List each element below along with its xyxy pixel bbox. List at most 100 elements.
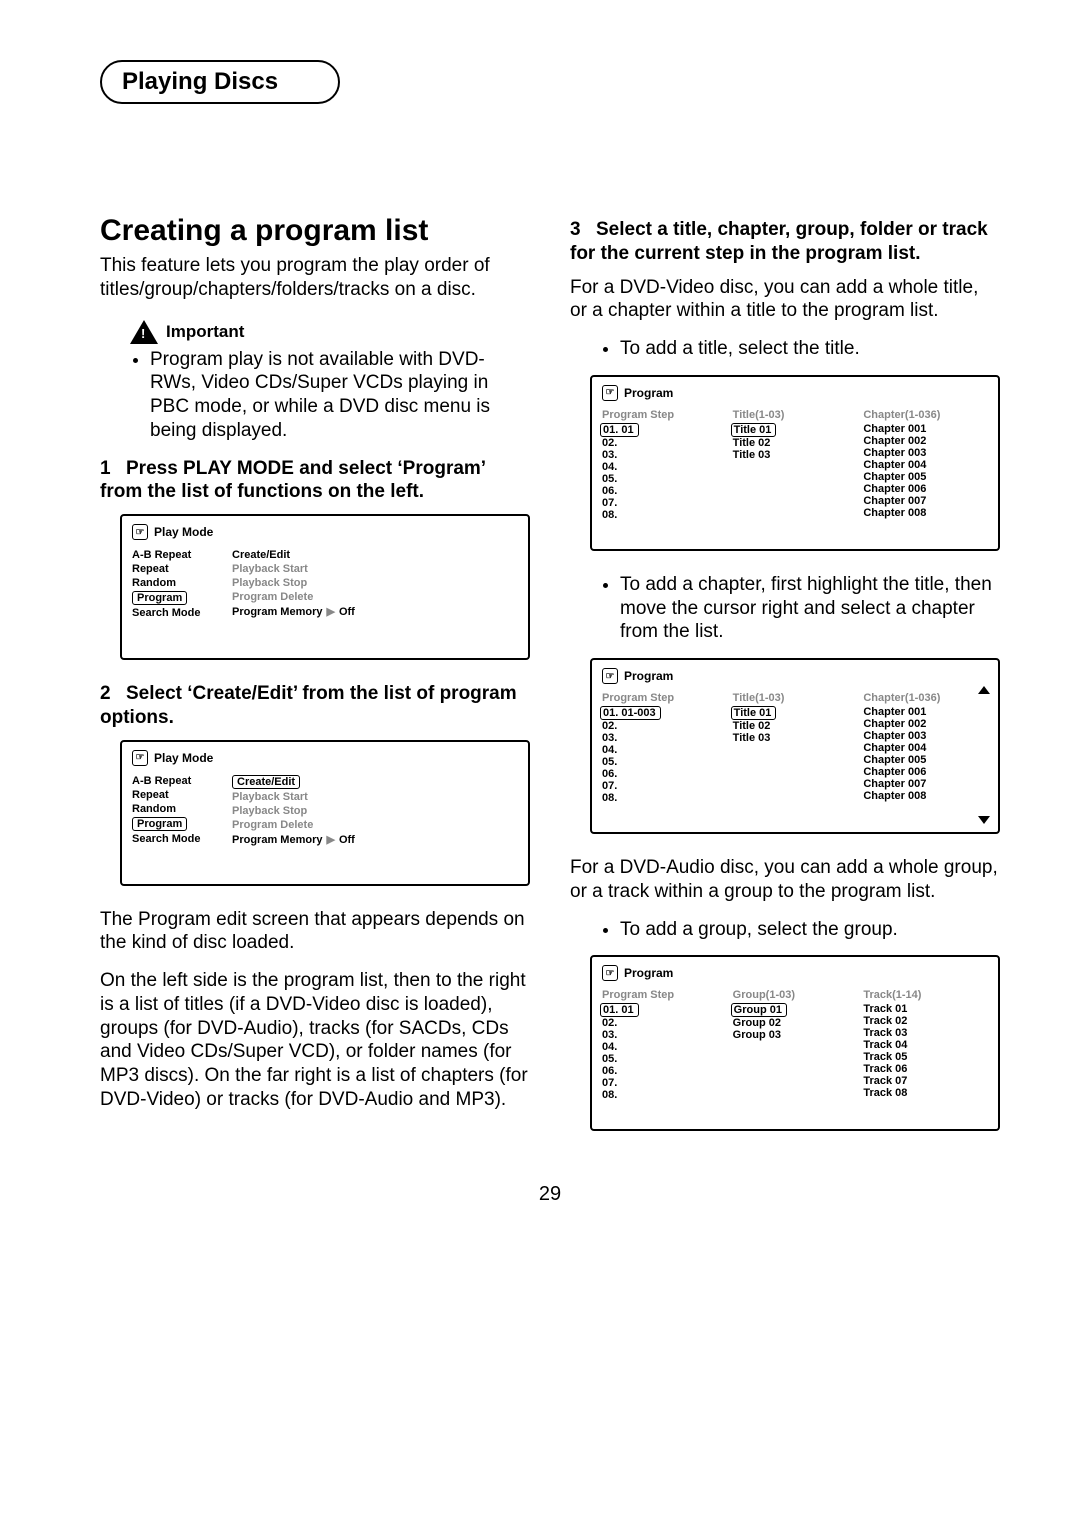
osd-title: Program	[624, 966, 673, 980]
pm-option: Create/Edit	[232, 548, 518, 562]
track-row: Track 06	[863, 1063, 988, 1075]
step-row: 05.	[602, 756, 727, 768]
step-row: 04.	[602, 461, 727, 473]
col-head: Program Step	[602, 989, 727, 1003]
bullet: To add a chapter, first highlight the ti…	[620, 573, 1000, 644]
col-head: Group(1-03)	[733, 989, 858, 1003]
pm-item: Search Mode	[132, 606, 232, 620]
osd-program-group: Program Program Step 01. 01 02. 03. 04. …	[590, 955, 1000, 1131]
title-selected: Title 01	[731, 423, 777, 437]
scroll-up-icon	[978, 686, 990, 694]
track-row: Track 08	[863, 1087, 988, 1099]
step2-heading: Select ‘Create/Edit’ from the list of pr…	[100, 683, 517, 728]
title-row: Title 02	[733, 720, 858, 732]
step-row: 04.	[602, 1041, 727, 1053]
osd-program-chapter: Program Program Step 01. 01-003 02. 03. …	[590, 658, 1000, 834]
col-head: Chapter(1-036)	[863, 692, 988, 706]
step-row: 02.	[602, 720, 727, 732]
pm-option: Program Delete	[232, 818, 518, 832]
page-number: 29	[100, 1183, 1000, 1206]
warning-icon	[130, 320, 158, 344]
col-head: Track(1-14)	[863, 989, 988, 1003]
step-number: 2	[100, 682, 126, 706]
osd-title: Play Mode	[154, 751, 213, 765]
step-number: 3	[570, 218, 596, 242]
paragraph: For a DVD-Video disc, you can add a whol…	[570, 276, 1000, 324]
pm-option: Playback Stop	[232, 576, 518, 590]
pm-item: Random	[132, 802, 232, 816]
step-row: 03.	[602, 449, 727, 461]
chapter-row: Chapter 002	[863, 435, 988, 447]
chapter-row: Chapter 008	[863, 790, 988, 802]
step-row: 05.	[602, 1053, 727, 1065]
pm-item: Random	[132, 576, 232, 590]
osd-playmode-1: Play Mode A-B Repeat Repeat Random Progr…	[120, 514, 530, 660]
group-row: Group 02	[733, 1017, 858, 1029]
step-row: 06.	[602, 485, 727, 497]
step-selected: 01. 01-003	[600, 706, 661, 720]
triangle-icon: ▶	[326, 606, 334, 618]
pm-item-selected: Program	[132, 817, 187, 831]
step-row: 05.	[602, 473, 727, 485]
chapter-row: Chapter 007	[863, 778, 988, 790]
chapter-row: Chapter 005	[863, 754, 988, 766]
step-row: 08.	[602, 1089, 727, 1101]
right-column: 3Select a title, chapter, group, folder …	[570, 214, 1000, 1153]
chapter-row: Chapter 008	[863, 507, 988, 519]
osd-playmode-2: Play Mode A-B Repeat Repeat Random Progr…	[120, 740, 530, 886]
pm-option: Playback Start	[232, 790, 518, 804]
title-selected: Title 01	[731, 706, 777, 720]
step-selected: 01. 01	[600, 1003, 639, 1017]
chapter-row: Chapter 003	[863, 447, 988, 459]
step1-heading: Press PLAY MODE and select ‘Program’ fro…	[100, 458, 485, 503]
chapter-row: Chapter 006	[863, 483, 988, 495]
step-row: 02.	[602, 437, 727, 449]
paragraph: For a DVD-Audio disc, you can add a whol…	[570, 856, 1000, 904]
chapter-row: Chapter 003	[863, 730, 988, 742]
osd-title: Program	[624, 386, 673, 400]
col-head: Program Step	[602, 409, 727, 423]
step-row: 02.	[602, 1017, 727, 1029]
intro-text: This feature lets you program the play o…	[100, 254, 530, 302]
track-row: Track 07	[863, 1075, 988, 1087]
col-head: Chapter(1-036)	[863, 409, 988, 423]
page-title: Creating a program list	[100, 214, 530, 248]
chapter-row: Chapter 005	[863, 471, 988, 483]
pm-option: Program Memory	[232, 606, 322, 618]
hand-icon	[132, 524, 148, 540]
step3-heading: Select a title, chapter, group, folder o…	[570, 219, 988, 264]
pm-option: Program Delete	[232, 590, 518, 604]
title-row: Title 03	[733, 449, 858, 461]
step-row: 08.	[602, 792, 727, 804]
important-bullet: Program play is not available with DVD-R…	[150, 348, 530, 443]
osd-title: Program	[624, 669, 673, 683]
step-row: 08.	[602, 509, 727, 521]
left-column: Creating a program list This feature let…	[100, 214, 530, 1153]
track-row: Track 03	[863, 1027, 988, 1039]
pm-item-selected: Program	[132, 591, 187, 605]
step-number: 1	[100, 457, 126, 481]
scroll-down-icon	[978, 816, 990, 824]
chapter-row: Chapter 001	[863, 706, 988, 718]
step-row: 07.	[602, 497, 727, 509]
track-row: Track 02	[863, 1015, 988, 1027]
bullet: To add a group, select the group.	[620, 918, 1000, 942]
chapter-row: Chapter 004	[863, 742, 988, 754]
track-row: Track 04	[863, 1039, 988, 1051]
hand-icon	[132, 750, 148, 766]
pm-option-selected: Create/Edit	[232, 775, 300, 789]
osd-title: Play Mode	[154, 525, 213, 539]
pm-option: Playback Stop	[232, 804, 518, 818]
triangle-icon: ▶	[326, 834, 334, 846]
hand-icon	[602, 385, 618, 401]
section-tab: Playing Discs	[100, 60, 340, 104]
bullet: To add a title, select the title.	[620, 337, 1000, 361]
step-row: 06.	[602, 768, 727, 780]
step-selected: 01. 01	[600, 423, 639, 437]
step-row: 03.	[602, 732, 727, 744]
pm-option: Playback Start	[232, 562, 518, 576]
pm-option: Program Memory	[232, 834, 322, 846]
osd-program-title: Program Program Step 01. 01 02. 03. 04. …	[590, 375, 1000, 551]
hand-icon	[602, 668, 618, 684]
pm-item: A-B Repeat	[132, 548, 232, 562]
